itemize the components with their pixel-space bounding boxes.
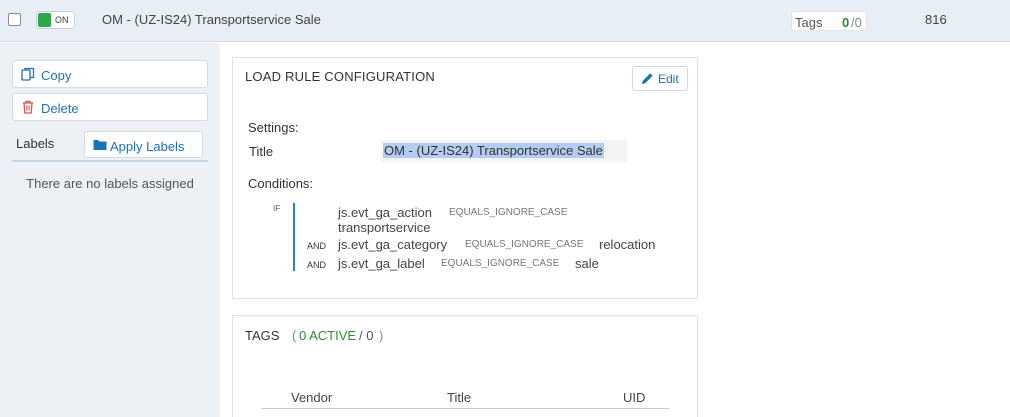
edit-button[interactable]: Edit: [632, 66, 688, 91]
load-rule-row[interactable]: ON OM - (UZ-IS24) Transportservice Sale …: [0, 0, 1010, 42]
row-title[interactable]: OM - (UZ-IS24) Transportservice Sale: [102, 12, 321, 27]
delete-label: Delete: [41, 101, 79, 116]
settings-heading: Settings:: [248, 120, 299, 135]
condition-comparator: EQUALS_IGNORE_CASE: [449, 207, 568, 218]
column-header-uid[interactable]: UID: [623, 390, 645, 405]
tags-total-summary: / 0: [359, 328, 374, 343]
condition-value: sale: [575, 256, 599, 271]
apply-labels-label: Apply Labels: [110, 139, 185, 154]
condition-variable: js.evt_ga_action: [338, 205, 432, 220]
tags-count-label: Tags: [795, 15, 823, 30]
condition-variable: js.evt_ga_label: [338, 256, 425, 271]
conditions-heading: Conditions:: [248, 176, 314, 191]
copy-label: Copy: [41, 68, 72, 83]
title-value[interactable]: OM - (UZ-IS24) Transportservice Sale: [383, 143, 604, 158]
condition-comparator: EQUALS_IGNORE_CASE: [465, 239, 584, 250]
tags-card: TAGS ( 0 ACTIVE / 0 ) Vendor Title UID: [232, 315, 698, 417]
tags-heading: TAGS: [245, 328, 280, 343]
tags-active-summary: 0 ACTIVE: [299, 328, 357, 343]
tags-total-value: 0: [854, 15, 862, 30]
table-header-divider: [261, 408, 669, 409]
condition-value: relocation: [599, 237, 656, 252]
column-header-title[interactable]: Title: [447, 390, 471, 405]
title-label: Title: [249, 144, 274, 159]
copy-icon: [21, 67, 35, 81]
trash-icon: [23, 100, 33, 114]
load-rule-configuration-card: LOAD RULE CONFIGURATION Edit Settings: T…: [232, 57, 698, 299]
toggle-knob: [38, 13, 51, 27]
delete-button[interactable]: Delete: [12, 93, 208, 121]
left-sidebar: Copy Delete Labels Apply Labels There ar…: [0, 43, 220, 417]
edit-label: Edit: [658, 72, 679, 86]
tags-total-count: /0: [851, 15, 862, 30]
labels-heading: Labels: [16, 136, 55, 151]
toggle-label: ON: [55, 15, 69, 25]
and-operator: AND: [307, 241, 327, 251]
pencil-icon: [642, 73, 653, 84]
tags-paren-close: ): [379, 328, 384, 343]
status-toggle[interactable]: ON: [36, 11, 75, 29]
and-operator: AND: [307, 260, 327, 270]
tags-count-badge[interactable]: Tags 0 /0: [791, 11, 867, 31]
condition-comparator: EQUALS_IGNORE_CASE: [441, 258, 560, 269]
conditions-bracket: [293, 203, 295, 271]
tags-active-count: 0: [842, 15, 850, 30]
condition-value: transportservice: [338, 220, 431, 235]
condition-variable: js.evt_ga_category: [338, 237, 448, 252]
folder-icon: [93, 140, 107, 150]
labels-divider: [12, 160, 208, 162]
row-id-count: 816: [925, 12, 947, 27]
copy-button[interactable]: Copy: [12, 60, 208, 88]
column-header-vendor[interactable]: Vendor: [291, 390, 332, 405]
row-select-checkbox[interactable]: [8, 13, 21, 26]
card-heading: LOAD RULE CONFIGURATION: [245, 69, 435, 84]
tags-paren-open: (: [292, 328, 297, 343]
if-operator: IF: [273, 204, 281, 213]
apply-labels-button[interactable]: Apply Labels: [84, 131, 203, 158]
no-labels-message: There are no labels assigned: [26, 176, 194, 191]
